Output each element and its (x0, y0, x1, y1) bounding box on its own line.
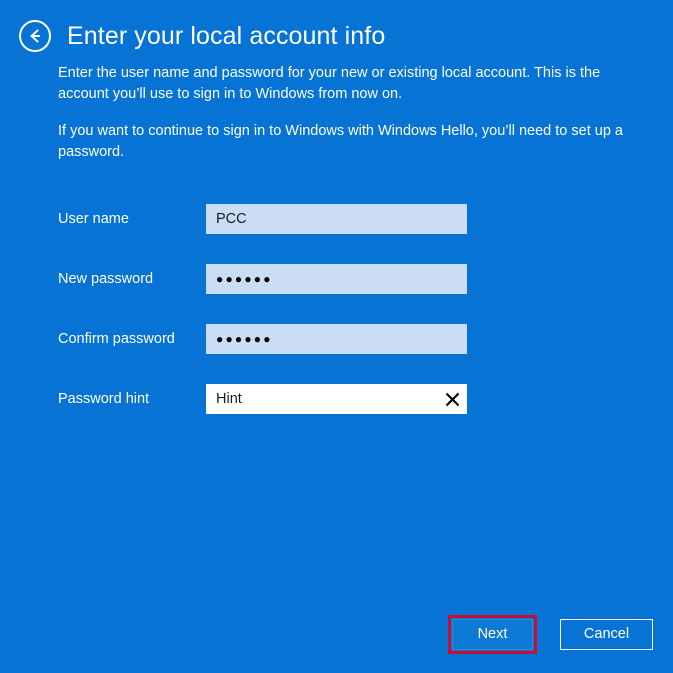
confirm-password-label: Confirm password (58, 331, 175, 347)
back-arrow-icon[interactable] (19, 20, 51, 52)
form-row-user-name: User name PCC (0, 204, 673, 264)
password-hint-input[interactable]: Hint (206, 384, 467, 414)
new-password-input[interactable]: ●●●●●● (206, 264, 467, 294)
button-bar: Next Cancel (0, 619, 673, 650)
local-account-form: User name PCC New password ●●●●●● Confir… (0, 204, 673, 444)
user-name-value: PCC (216, 211, 247, 227)
user-name-input[interactable]: PCC (206, 204, 467, 234)
cancel-button[interactable]: Cancel (560, 619, 653, 650)
confirm-password-value: ●●●●●● (216, 332, 273, 346)
form-row-password-hint: Password hint Hint (0, 384, 673, 444)
form-row-new-password: New password ●●●●●● (0, 264, 673, 324)
password-hint-label: Password hint (58, 391, 150, 407)
form-row-confirm-password: Confirm password ●●●●●● (0, 324, 673, 384)
page-title: Enter your local account info (67, 22, 386, 50)
user-name-label: User name (58, 211, 129, 227)
description-paragraph-2: If you want to continue to sign in to Wi… (58, 123, 623, 160)
password-hint-value: Hint (216, 391, 242, 407)
confirm-password-input[interactable]: ●●●●●● (206, 324, 467, 354)
new-password-value: ●●●●●● (216, 272, 273, 286)
new-password-label: New password (58, 271, 154, 287)
next-button[interactable]: Next (452, 619, 533, 650)
clear-x-icon[interactable] (437, 384, 467, 414)
description-paragraph-1: Enter the user name and password for you… (58, 65, 601, 102)
header: Enter your local account info (19, 20, 385, 52)
